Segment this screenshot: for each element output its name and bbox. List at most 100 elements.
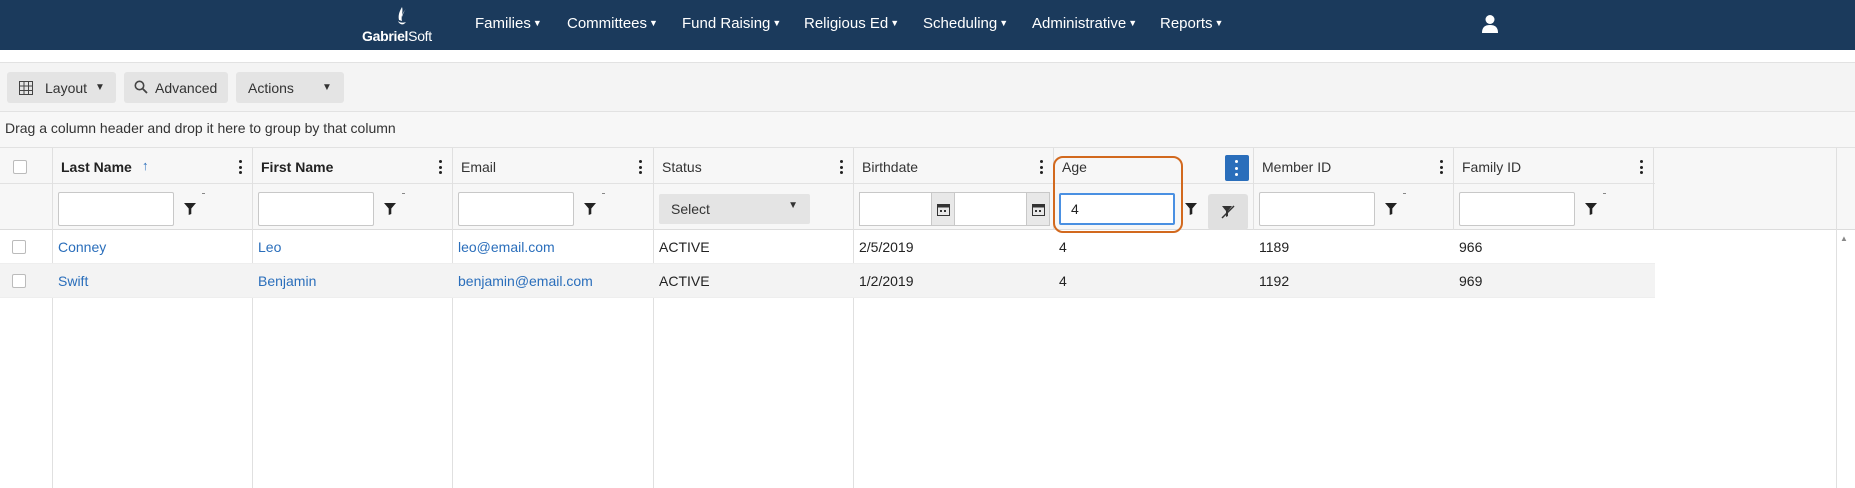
last-name-link[interactable]: Conney <box>58 239 106 255</box>
member-id-cell: 1189 <box>1259 239 1290 255</box>
layout-button-label: Layout <box>45 80 88 96</box>
clear-filter-button[interactable] <box>1208 194 1248 230</box>
group-by-hint: Drag a column header and drop it here to… <box>5 120 396 136</box>
brand-name-bold: Gabriel <box>362 28 409 44</box>
column-header-label: First Name <box>261 159 334 175</box>
status-select-value: Select <box>671 201 710 217</box>
nav-administrative-label: Administrative <box>1032 15 1127 32</box>
age-cell: 4 <box>1059 273 1067 289</box>
member-id-cell: 1192 <box>1259 273 1290 289</box>
nav-reports-label: Reports <box>1160 15 1213 32</box>
column-header-label: Member ID <box>1262 159 1332 175</box>
column-menu-kebab-icon[interactable] <box>1434 158 1448 176</box>
table-row[interactable]: Conney Leo leo@email.com ACTIVE 2/5/2019… <box>0 230 1655 264</box>
grid-header-filler <box>1655 148 1855 230</box>
status-filter-select[interactable]: Select ▼ <box>659 194 810 224</box>
filter-menu-dot <box>202 193 205 194</box>
column-header-label: Status <box>662 159 702 175</box>
select-all-checkbox[interactable] <box>13 160 27 174</box>
nav-committees[interactable]: Committees ▼ <box>567 15 658 32</box>
advanced-search-button[interactable]: Advanced <box>124 72 228 103</box>
group-by-drop-zone[interactable]: Drag a column header and drop it here to… <box>0 112 1855 148</box>
nav-scheduling-label: Scheduling <box>923 15 998 32</box>
chevron-down-icon: ▼ <box>1128 18 1138 28</box>
email-link[interactable]: benjamin@email.com <box>458 273 593 289</box>
column-menu-kebab-icon[interactable] <box>1034 158 1048 176</box>
vertical-scrollbar[interactable] <box>1836 148 1837 488</box>
column-header-label: Family ID <box>1462 159 1522 175</box>
nav-families-label: Families <box>475 15 531 32</box>
nav-administrative[interactable]: Administrative ▼ <box>1032 15 1137 32</box>
nav-fund-raising[interactable]: Fund Raising ▼ <box>682 15 781 32</box>
column-header-family-id[interactable]: Family ID <box>1454 148 1653 184</box>
column-header-label: Birthdate <box>862 159 919 175</box>
column-menu-kebab-icon[interactable] <box>1225 155 1249 181</box>
chevron-down-icon: ▼ <box>788 200 798 211</box>
advanced-button-label: Advanced <box>155 80 218 96</box>
column-header-label: Last Name <box>61 159 132 175</box>
email-filter-input[interactable] <box>458 192 574 226</box>
user-icon[interactable] <box>1481 14 1499 34</box>
last-name-filter-input[interactable] <box>58 192 174 226</box>
chevron-down-icon: ▼ <box>532 18 542 28</box>
brand-name-rest: Soft <box>408 28 432 44</box>
column-header-first-name[interactable]: First Name <box>253 148 452 184</box>
column-header-label: Email <box>461 159 497 175</box>
nav-religious-ed[interactable]: Religious Ed ▼ <box>804 15 899 32</box>
gabrielsoft-logo[interactable]: GabrielSoft <box>360 4 446 46</box>
actions-button-label: Actions <box>248 80 294 96</box>
nav-reports[interactable]: Reports ▼ <box>1160 15 1223 32</box>
first-name-filter-input[interactable] <box>258 192 374 226</box>
column-header-email[interactable]: Email <box>453 148 653 184</box>
column-header-birthdate[interactable]: Birthdate <box>854 148 1053 184</box>
nav-families[interactable]: Families ▼ <box>475 15 542 32</box>
layout-button[interactable]: Layout ▼ <box>7 72 116 103</box>
column-menu-kebab-icon[interactable] <box>1634 158 1648 176</box>
birthdate-from-input[interactable] <box>859 192 932 226</box>
birthdate-to-calendar-button[interactable] <box>1026 192 1050 226</box>
column-menu-kebab-icon[interactable] <box>233 158 247 176</box>
filter-icon[interactable] <box>184 203 196 215</box>
top-navbar: GabrielSoft Families ▼ Committees ▼ Fund R… <box>0 0 1855 50</box>
row-select-checkbox[interactable] <box>12 274 26 288</box>
first-name-link[interactable]: Benjamin <box>258 273 316 289</box>
first-name-link[interactable]: Leo <box>258 239 281 255</box>
column-menu-kebab-icon[interactable] <box>633 158 647 176</box>
age-cell: 4 <box>1059 239 1067 255</box>
sort-ascending-icon[interactable]: ↑ <box>142 158 149 173</box>
filter-icon[interactable] <box>1185 203 1197 215</box>
nav-scheduling[interactable]: Scheduling ▼ <box>923 15 1008 32</box>
filter-icon[interactable] <box>1385 203 1397 215</box>
birthdate-to-input[interactable] <box>954 192 1027 226</box>
nav-fund-raising-label: Fund Raising <box>682 15 771 32</box>
logo-wing-icon <box>398 7 406 25</box>
family-id-cell: 969 <box>1459 273 1483 289</box>
column-header-member-id[interactable]: Member ID <box>1254 148 1453 184</box>
column-header-status[interactable]: Status <box>654 148 853 184</box>
filter-icon[interactable] <box>384 203 396 215</box>
member-id-filter-input[interactable] <box>1259 192 1375 226</box>
birthdate-from-calendar-button[interactable] <box>931 192 955 226</box>
email-link[interactable]: leo@email.com <box>458 239 555 255</box>
actions-button[interactable]: Actions ▼ <box>236 72 344 103</box>
table-row[interactable]: Swift Benjamin benjamin@email.com ACTIVE… <box>0 264 1655 298</box>
search-icon <box>134 80 148 94</box>
calendar-icon <box>937 204 950 216</box>
filter-menu-dot <box>402 193 405 194</box>
chevron-down-icon: ▼ <box>772 18 782 28</box>
family-id-filter-input[interactable] <box>1459 192 1575 226</box>
filter-menu-dot <box>1403 193 1406 194</box>
column-header-last-name[interactable]: Last Name ↑ <box>53 148 252 184</box>
column-menu-kebab-icon[interactable] <box>433 158 447 176</box>
scroll-up-arrow-icon[interactable]: ▲ <box>1840 234 1848 243</box>
filter-row-cells: Select ▼ <box>0 184 1655 230</box>
nav-religious-ed-label: Religious Ed <box>804 15 889 32</box>
filter-icon[interactable] <box>1585 203 1597 215</box>
chevron-down-icon: ▼ <box>95 82 105 93</box>
column-menu-kebab-icon[interactable] <box>834 158 848 176</box>
clear-filter-icon <box>1221 205 1235 219</box>
filter-icon[interactable] <box>584 203 596 215</box>
row-select-checkbox[interactable] <box>12 240 26 254</box>
age-filter-highlight-annotation <box>1053 156 1183 233</box>
last-name-link[interactable]: Swift <box>58 273 88 289</box>
